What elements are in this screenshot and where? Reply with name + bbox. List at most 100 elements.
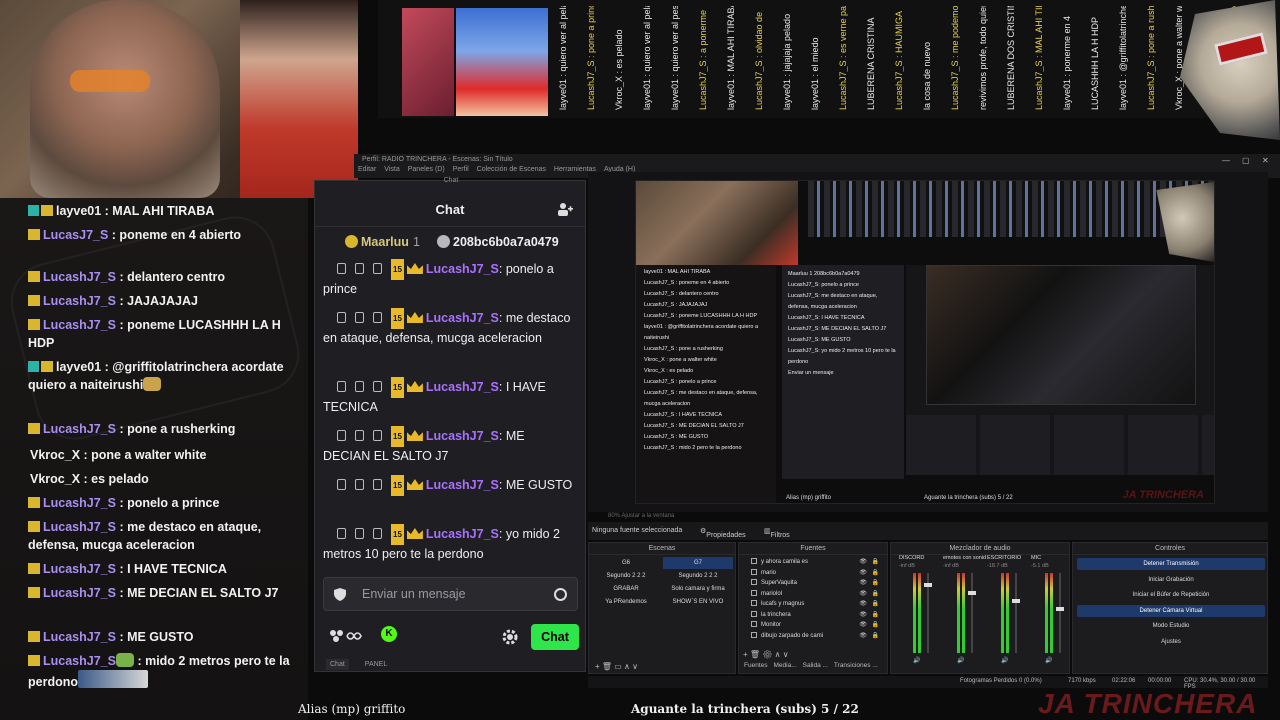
send-chat-button[interactable]: Chat (531, 624, 579, 650)
timeout-icon[interactable] (355, 312, 364, 323)
chat-username[interactable]: LucashJ7_S (426, 527, 499, 541)
menu-item[interactable]: Perfil (453, 166, 469, 173)
source-visibility-icon[interactable] (751, 568, 757, 575)
chat-username[interactable]: LucashJ7_S (426, 380, 499, 394)
source-visibility-icon[interactable] (751, 610, 757, 617)
speaker-icon[interactable]: 🔊 (1001, 657, 1008, 664)
source-item[interactable]: dibujo zarpado de cami 👁 🔒 (751, 631, 881, 641)
source-visibility-icon[interactable] (751, 631, 757, 638)
menu-item[interactable]: Paneles (D) (408, 166, 445, 173)
volume-fader[interactable] (971, 573, 973, 653)
source-visibility-icon[interactable] (751, 600, 757, 606)
delete-icon[interactable] (337, 381, 346, 392)
scene-item[interactable]: Ya PRendemos (591, 596, 661, 608)
properties-button[interactable]: ⚙ Propiedades (700, 527, 746, 539)
menu-item[interactable]: Editar (358, 166, 376, 173)
source-item[interactable]: mario 👁 🔒 (751, 568, 881, 578)
timeout-icon[interactable] (355, 528, 364, 539)
fader-handle[interactable] (968, 591, 976, 595)
source-item[interactable]: SuperVaquita 👁 🔒 (751, 578, 881, 588)
timeout-icon[interactable] (355, 430, 364, 441)
speaker-icon[interactable]: 🔊 (913, 657, 920, 664)
shield-icon[interactable] (334, 588, 346, 601)
timeout-icon[interactable] (355, 381, 364, 392)
menu-item[interactable]: Vista (384, 166, 399, 173)
scene-item[interactable]: Segundo 2 2 2 (663, 570, 733, 582)
delete-icon[interactable] (337, 312, 346, 323)
fader-handle[interactable] (1012, 599, 1020, 603)
source-item[interactable]: Monitor 👁 🔒 (751, 620, 881, 630)
emoji-icon[interactable] (554, 588, 567, 601)
dock-tab-chat[interactable]: Chat (326, 659, 349, 670)
lock-icon[interactable]: 🔒 (872, 578, 879, 588)
delete-icon[interactable] (337, 263, 346, 274)
close-icon[interactable]: ✕ (1262, 156, 1269, 165)
dock-footer-tab[interactable]: Salida ... (803, 662, 828, 669)
shield-icon[interactable] (373, 263, 382, 274)
gear-icon[interactable] (501, 628, 519, 646)
shield-icon[interactable] (373, 312, 382, 323)
minimize-icon[interactable]: — (1222, 156, 1230, 165)
dock-footer-tab[interactable]: Transiciones ... (834, 662, 878, 669)
gift-leader-1[interactable]: Maarluu 1 (345, 235, 420, 249)
shield-icon[interactable] (373, 430, 382, 441)
eye-icon[interactable]: 👁 (859, 620, 867, 630)
source-item[interactable]: lucafs y magnus 👁 🔒 (751, 599, 881, 609)
lock-icon[interactable]: 🔒 (872, 557, 879, 567)
delete-icon[interactable] (337, 430, 346, 441)
delete-icon[interactable] (337, 528, 346, 539)
chat-message-input[interactable]: Enviar un mensaje (323, 577, 578, 611)
scene-item[interactable]: G7 (663, 557, 733, 569)
source-item[interactable]: la trinchera 👁 🔒 (751, 610, 881, 620)
shield-icon[interactable] (373, 479, 382, 490)
control-button[interactable]: Detener Cámara Virtual (1077, 604, 1265, 617)
source-visibility-icon[interactable] (751, 589, 757, 596)
lock-icon[interactable]: 🔒 (872, 610, 879, 620)
source-visibility-icon[interactable] (751, 558, 757, 564)
scene-item[interactable]: Solo camara y firma (663, 583, 733, 595)
dock-footer-tab[interactable]: Media... (774, 662, 797, 669)
control-button[interactable]: Modo Estudio (1077, 620, 1265, 632)
shield-icon[interactable] (373, 528, 382, 539)
eye-icon[interactable]: 👁 (859, 578, 867, 588)
source-item[interactable]: mariolol 👁 🔒 (751, 589, 881, 599)
lock-icon[interactable]: 🔒 (872, 599, 879, 609)
maximize-icon[interactable]: ▢ (1242, 156, 1250, 165)
timeout-icon[interactable] (355, 263, 364, 274)
chat-username[interactable]: LucashJ7_S (426, 262, 499, 276)
gift-leader-2[interactable]: 208bc6b0a7a0479 (437, 235, 559, 249)
lock-icon[interactable]: 🔒 (872, 631, 879, 641)
scene-item[interactable]: SHOW`S EN VIVO (663, 596, 733, 608)
kick-icon[interactable]: K (381, 626, 397, 642)
source-item[interactable]: y ahora camila es 👁 🔒 (751, 557, 881, 567)
speaker-icon[interactable]: 🔊 (1045, 657, 1052, 664)
fader-handle[interactable] (924, 583, 932, 587)
chat-username[interactable]: LucashJ7_S (426, 429, 499, 443)
menu-item[interactable]: Colección de Escenas (477, 166, 546, 173)
dock-footer-tab[interactable]: Fuentes (744, 662, 768, 669)
speaker-icon[interactable]: 🔊 (957, 657, 964, 664)
scene-item[interactable]: G6 (591, 557, 661, 569)
eye-icon[interactable]: 👁 (859, 589, 867, 599)
filters-button[interactable]: ▥ Filtros (764, 527, 790, 539)
shield-icon[interactable] (373, 381, 382, 392)
control-button[interactable]: Iniciar el Búfer de Repetición (1077, 589, 1265, 601)
dock-tab-panel[interactable]: PANEL (361, 659, 391, 670)
community-icon[interactable] (557, 201, 573, 217)
eye-icon[interactable]: 👁 (859, 631, 867, 641)
fader-handle[interactable] (1056, 607, 1064, 611)
eye-icon[interactable]: 👁 (859, 557, 867, 567)
volume-fader[interactable] (1059, 573, 1061, 653)
lock-icon[interactable]: 🔒 (872, 620, 879, 630)
zoom-label[interactable]: 80% Ajustar a la ventana (608, 513, 674, 519)
scene-item[interactable]: GRABAR (591, 583, 661, 595)
source-visibility-icon[interactable] (751, 621, 757, 627)
control-button[interactable]: Ajustes (1077, 636, 1265, 648)
eye-icon[interactable]: 👁 (859, 568, 867, 578)
lock-icon[interactable]: 🔒 (872, 589, 879, 599)
eye-icon[interactable]: 👁 (859, 599, 867, 609)
timeout-icon[interactable] (355, 479, 364, 490)
chat-username[interactable]: LucashJ7_S (426, 478, 499, 492)
chat-username[interactable]: LucashJ7_S (426, 311, 499, 325)
source-visibility-icon[interactable] (751, 579, 757, 585)
